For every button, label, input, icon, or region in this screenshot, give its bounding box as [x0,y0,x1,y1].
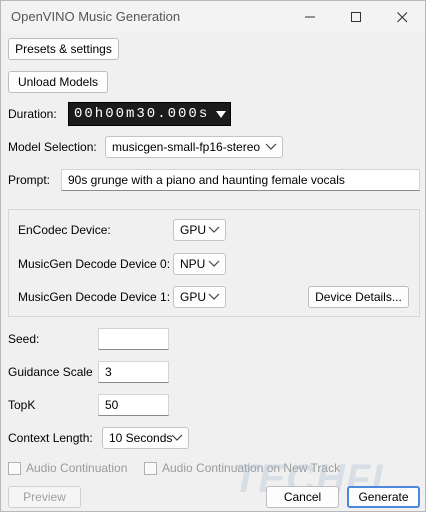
model-selection-label: Model Selection: [8,140,97,154]
topk-input[interactable]: 50 [98,394,169,416]
chevron-down-icon [208,260,220,267]
dropdown-arrow-icon [216,111,226,118]
context-length-value: 10 Seconds [109,431,173,445]
presets-settings-button[interactable]: Presets & settings [8,38,119,60]
cancel-button[interactable]: Cancel [266,486,339,508]
chevron-down-icon [208,226,220,233]
seed-label: Seed: [8,332,40,346]
checkbox-box [144,461,157,475]
chevron-down-icon [265,143,277,150]
decode-device-0-dropdown[interactable]: NPU [173,253,226,275]
minimize-button[interactable] [287,1,333,33]
model-selection-value: musicgen-small-fp16-stereo [112,140,261,154]
context-length-dropdown[interactable]: 10 Seconds [102,427,189,449]
decode-device-1-dropdown[interactable]: GPU [173,286,226,308]
topk-label: TopK [8,398,36,412]
window-title: OpenVINO Music Generation [11,9,181,24]
decode-device-1-value: GPU [180,290,207,304]
guidance-scale-label: Guidance Scale [8,365,93,379]
chevron-down-icon [171,434,183,441]
prompt-label: Prompt: [8,173,51,187]
guidance-scale-input[interactable]: 3 [98,361,169,383]
app-window: OpenVINO Music Generation Presets & sett… [0,0,426,512]
seed-input[interactable] [98,328,169,350]
decode-device-0-value: NPU [180,257,206,271]
decode-device-0-label: MusicGen Decode Device 0: [18,257,171,271]
generate-button[interactable]: Generate [347,486,420,508]
chevron-down-icon [208,293,220,300]
decode-device-1-label: MusicGen Decode Device 1: [18,290,171,304]
maximize-button[interactable] [333,1,379,33]
checkbox-box [8,461,21,475]
unload-models-button[interactable]: Unload Models [8,71,108,93]
close-icon [396,11,407,22]
duration-picker[interactable]: 00h00m30.000s [68,102,231,126]
audio-continuation-label: Audio Continuation [26,461,128,475]
close-button[interactable] [379,1,425,33]
encodec-device-dropdown[interactable]: GPU [173,219,226,241]
prompt-input[interactable]: 90s grunge with a piano and haunting fem… [61,169,420,191]
encodec-device-label: EnCodec Device: [18,223,111,237]
model-selection-dropdown[interactable]: musicgen-small-fp16-stereo [105,136,283,158]
minimize-icon [304,16,315,18]
audio-continuation-checkbox[interactable]: Audio Continuation [8,461,127,475]
maximize-icon [350,11,361,22]
preview-button[interactable]: Preview [8,486,81,508]
duration-value: 00h00m30.000s [74,106,210,122]
duration-label: Duration: [8,107,57,121]
device-details-button[interactable]: Device Details... [308,286,409,308]
context-length-label: Context Length: [8,431,93,445]
encodec-device-value: GPU [180,223,207,237]
title-bar: OpenVINO Music Generation [1,1,425,33]
